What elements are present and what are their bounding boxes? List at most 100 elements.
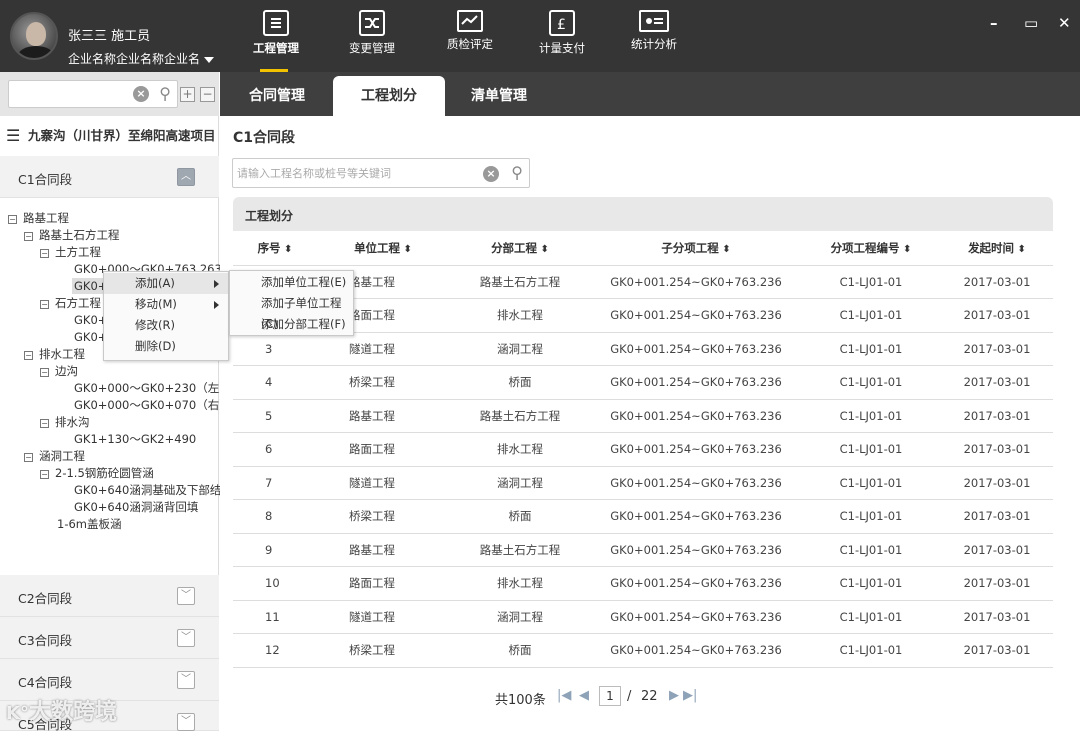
nav-engineering-management[interactable]: 工程管理 [240,0,312,72]
cell-division: 桥面 [449,633,591,668]
cell-division: 桥面 [449,365,591,400]
tree-node[interactable]: 1-6m盖板涵 [57,516,122,532]
cell-date: 2017-03-01 [941,298,1053,333]
cell-index: 6 [233,432,317,467]
keyword-search-input[interactable] [233,159,473,187]
clear-icon[interactable]: × [483,166,499,182]
table-row[interactable]: 8 桥梁工程 桥面 GK0+001.254~GK0+763.236 C1-LJ01-01… [233,499,1053,534]
nav-label: 变更管理 [349,41,395,55]
chevron-down-icon[interactable]: ﹀ [177,671,195,689]
tree-node[interactable]: − 边沟 [40,363,78,379]
menu-item-edit[interactable]: 修改(R) [104,315,228,336]
cell-unit: 隧道工程 [317,466,449,500]
tab-bill-management[interactable]: 清单管理 [456,76,542,116]
collapse-toggle-icon[interactable]: − [40,249,49,258]
chevron-down-icon[interactable]: ﹀ [177,587,195,605]
close-button[interactable]: ✕ [1058,14,1071,32]
restore-button[interactable]: ▭ [1024,14,1038,32]
data-table: 序号 单位工程 分部工程 子分项工程 分项工程编号 发起时间 1路基工程路基土石… [233,231,1053,668]
menu-item-delete[interactable]: 删除(D) [104,336,228,357]
col-header-index[interactable]: 序号 [233,231,317,266]
clear-icon[interactable]: × [133,86,149,102]
tree-node[interactable]: GK0+000～GK0+070（右） [74,397,231,413]
table-row[interactable]: 5 路基工程 路基土石方工程 GK0+001.254~GK0+763.236 C1-LJ… [233,399,1053,433]
page-input[interactable]: 1 [599,686,621,706]
col-header-date[interactable]: 发起时间 [941,231,1053,266]
watermark-text: 大数跨境 [28,700,117,725]
menu-item-move[interactable]: 移动(M) [104,294,228,315]
table-row[interactable]: 9 路基工程 路基土石方工程 GK0+001.254~GK0+763.236 C1-LJ… [233,533,1053,567]
chevron-down-icon[interactable]: ﹀ [177,629,195,647]
table-row[interactable]: 4 桥梁工程 桥面 GK0+001.254~GK0+763.236 C1-LJ01-01… [233,365,1053,400]
tree-node[interactable]: − 石方工程 [40,295,101,311]
tab-contract-management[interactable]: 合同管理 [234,76,320,116]
cell-code: C1-LJ01-01 [801,432,941,467]
tree-node[interactable]: −2-1.5钢筋砼圆管涵 [40,465,154,481]
table-row[interactable]: 7 隧道工程 涵洞工程 GK0+001.254~GK0+763.236 C1-LJ01-… [233,466,1053,500]
search-icon[interactable]: ⚲ [511,163,523,182]
tree-node[interactable]: − 排水沟 [40,414,90,430]
collapse-toggle-icon[interactable]: − [40,300,49,309]
nav-quality-inspection[interactable]: 质检评定 [434,0,506,72]
nav-measurement-payment[interactable]: £ 计量支付 [526,0,598,72]
cell-division: 涵洞工程 [449,332,591,366]
table-row[interactable]: 6 路面工程 排水工程 GK0+001.254~GK0+763.236 C1-LJ01-… [233,432,1053,467]
col-header-division[interactable]: 分部工程 [449,231,591,266]
collapse-toggle-icon[interactable]: − [24,453,33,462]
company-name: 企业名称企业名称企业名 [68,52,201,66]
tree-node[interactable]: − 路基工程 [8,210,69,226]
section-c2[interactable]: C2合同段 ﹀ [0,575,219,617]
tree-node[interactable]: − 排水工程 [24,346,85,362]
collapse-toggle-icon[interactable]: − [24,232,33,241]
next-page-icon[interactable]: ▶ [669,688,679,703]
company-selector[interactable]: 企业名称企业名称企业名 [68,50,215,67]
menu-item-add-subunit[interactable]: 添加子单位工程(C) [230,293,353,331]
table-row[interactable]: 10 路面工程 排水工程 GK0+001.254~GK0+763.236 C1-LJ01… [233,566,1053,601]
nav-change-management[interactable]: 变更管理 [336,0,408,72]
cell-division: 排水工程 [449,566,591,601]
first-page-icon[interactable]: |◀ [557,688,571,703]
table-row[interactable]: 1路基工程路基土石方工程GK0+001.254~GK0+763.236C1-LJ… [233,265,1053,299]
monitor-stats-icon [639,10,669,32]
search-icon[interactable]: ⚲ [159,84,171,103]
tree-node[interactable]: − 路基土石方工程 [24,227,120,243]
collapse-toggle-icon[interactable]: − [8,215,17,224]
col-header-code[interactable]: 分项工程编号 [801,231,941,266]
prev-page-icon[interactable]: ◀ [579,688,589,703]
table-row[interactable]: 11 隧道工程 涵洞工程 GK0+001.254~GK0+763.236 C1-LJ01… [233,600,1053,634]
menu-item-add[interactable]: 添加(A) [104,273,228,294]
tree-node[interactable]: GK0+640涵洞涵背回填 [74,499,198,515]
tree-node[interactable]: − 土方工程 [40,244,101,260]
last-page-icon[interactable]: ▶| [683,688,697,703]
table-row[interactable]: 2路面工程排水工程GK0+001.254~GK0+763.236C1-LJ01-… [233,298,1053,333]
table-row[interactable]: 3 隧道工程 涵洞工程 GK0+001.254~GK0+763.236 C1-LJ01-… [233,332,1053,366]
avatar[interactable] [10,12,58,60]
col-header-unit[interactable]: 单位工程 [317,231,449,266]
tab-engineering-division[interactable]: 工程划分 [333,76,445,116]
cell-code: C1-LJ01-01 [801,298,941,333]
tree-node[interactable]: GK0+000～GK0+230（左） [74,380,231,396]
col-header-subitem[interactable]: 子分项工程 [591,231,801,266]
sidebar-search-input[interactable]: × ⚲ [8,80,178,108]
collapse-toggle-icon[interactable]: − [40,470,49,479]
menu-item-add-division[interactable]: 添加分部工程(F) [230,314,353,335]
section-c3[interactable]: C3合同段 ﹀ [0,617,219,659]
collapse-toggle-icon[interactable]: − [40,419,49,428]
menu-item-add-unit[interactable]: 添加单位工程(E) [230,272,353,293]
tree-node[interactable]: − 涵洞工程 [24,448,85,464]
page-separator: / [627,689,632,704]
cell-division: 路基土石方工程 [449,399,591,433]
table-row[interactable]: 12 桥梁工程 桥面 GK0+001.254~GK0+763.236 C1-LJ01-0… [233,633,1053,668]
expand-all-button[interactable]: + [180,87,195,102]
chevron-down-icon[interactable]: ﹀ [177,713,195,731]
nav-statistics[interactable]: 统计分析 [618,0,690,72]
collapse-toggle-icon[interactable]: − [40,368,49,377]
tree-node[interactable]: GK0+640涵洞基础及下部结构 [74,482,233,498]
collapse-all-button[interactable]: − [200,87,215,102]
minimize-button[interactable]: – [990,14,998,32]
section-c1[interactable]: C1合同段 ︿ [0,156,219,198]
chevron-up-icon[interactable]: ︿ [177,168,195,186]
tree-node[interactable]: GK1+130～GK2+490 [74,431,196,447]
cell-code: C1-LJ01-01 [801,466,941,500]
collapse-toggle-icon[interactable]: − [24,351,33,360]
